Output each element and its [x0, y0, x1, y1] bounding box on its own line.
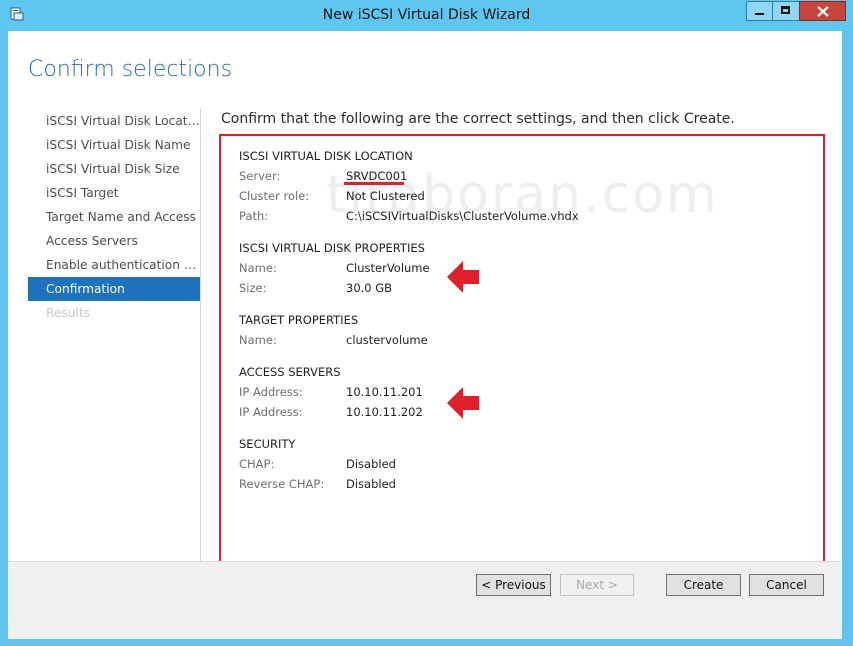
- wizard-client-area: Confirm selections iSCSI Virtual Disk Lo…: [8, 31, 842, 639]
- maximize-icon: [781, 6, 790, 14]
- page-title: Confirm selections: [28, 57, 233, 82]
- summary-row: Path: C:\iSCSIVirtualDisks\ClusterVolume…: [239, 206, 579, 226]
- window-title: New iSCSI Virtual Disk Wizard: [322, 7, 531, 23]
- section-disk-location: ISCSI VIRTUAL DISK LOCATION Server: SRVD…: [239, 146, 579, 226]
- minimize-icon: [755, 13, 764, 15]
- row-value: ClusterVolume: [346, 261, 430, 275]
- row-label: Reverse CHAP:: [239, 477, 325, 491]
- section-title: ISCSI VIRTUAL DISK LOCATION: [239, 149, 413, 163]
- row-label: Server:: [239, 169, 281, 183]
- section-disk-properties: ISCSI VIRTUAL DISK PROPERTIES Name: Clus…: [239, 238, 430, 298]
- row-value: Disabled: [346, 457, 396, 471]
- close-button[interactable]: [799, 1, 846, 21]
- nav-step-results: Results: [46, 306, 91, 320]
- row-value: 10.10.11.202: [346, 405, 423, 419]
- cancel-button[interactable]: Cancel: [749, 574, 824, 596]
- wizard-steps-nav: iSCSI Virtual Disk Location iSCSI Virtua…: [28, 109, 200, 325]
- summary-row: Reverse CHAP: Disabled: [239, 474, 396, 494]
- section-target-properties: TARGET PROPERTIES Name: clustervolume: [239, 310, 428, 350]
- section-security: SECURITY CHAP: Disabled Reverse CHAP: Di…: [239, 434, 396, 494]
- summary-row: Server: SRVDC001: [239, 166, 413, 186]
- minimize-button[interactable]: [746, 1, 772, 21]
- row-value: 30.0 GB: [346, 281, 393, 295]
- section-title: TARGET PROPERTIES: [239, 313, 359, 327]
- section-title: ISCSI VIRTUAL DISK PROPERTIES: [239, 241, 425, 255]
- row-label: Name:: [239, 261, 277, 275]
- row-value: C:\iSCSIVirtualDisks\ClusterVolume.vhdx: [346, 209, 579, 223]
- wizard-footer: [8, 561, 842, 639]
- summary-row: Size: 30.0 GB: [239, 278, 425, 298]
- nav-step-iscsi-target[interactable]: iSCSI Target: [28, 181, 200, 205]
- nav-step-authentication[interactable]: Enable authentication ser...: [28, 253, 200, 277]
- row-value: 10.10.11.201: [346, 385, 423, 399]
- summary-row: Name: ClusterVolume: [239, 258, 430, 278]
- row-label: IP Address:: [239, 405, 303, 419]
- summary-row: IP Address: 10.10.11.202: [239, 402, 423, 422]
- section-access-servers: ACCESS SERVERS IP Address: 10.10.11.201 …: [239, 362, 423, 422]
- close-icon: [817, 6, 829, 17]
- previous-button[interactable]: < Previous: [476, 574, 551, 596]
- annotation-underline: [344, 182, 404, 185]
- summary-row: Cluster role: Not Clustered: [239, 186, 425, 206]
- row-value: Not Clustered: [346, 189, 425, 203]
- row-label: Size:: [239, 281, 267, 295]
- row-value: clustervolume: [346, 333, 428, 347]
- nav-step-disk-location[interactable]: iSCSI Virtual Disk Location: [28, 109, 200, 133]
- nav-step-confirmation[interactable]: Confirmation: [28, 277, 200, 301]
- create-button[interactable]: Create: [666, 574, 741, 596]
- summary-row: CHAP: Disabled: [239, 454, 396, 474]
- row-label: Path:: [239, 209, 269, 223]
- summary-row: IP Address: 10.10.11.201: [239, 382, 423, 402]
- section-title: SECURITY: [239, 437, 296, 451]
- summary-row: Name: clustervolume: [239, 330, 428, 350]
- next-button: Next >: [560, 574, 634, 596]
- row-label: Name:: [239, 333, 277, 347]
- nav-step-disk-size[interactable]: iSCSI Virtual Disk Size: [28, 157, 200, 181]
- annotation-arrow-icon: [447, 387, 479, 419]
- nav-divider: [200, 109, 201, 574]
- row-label: IP Address:: [239, 385, 303, 399]
- nav-step-target-name-access[interactable]: Target Name and Access: [28, 205, 200, 229]
- instruction-text: Confirm that the following are the corre…: [221, 111, 735, 127]
- nav-step-access-servers[interactable]: Access Servers: [28, 229, 200, 253]
- row-label: CHAP:: [239, 457, 275, 471]
- row-label: Cluster role:: [239, 189, 310, 203]
- row-value: Disabled: [346, 477, 396, 491]
- maximize-button[interactable]: [772, 1, 799, 21]
- section-title: ACCESS SERVERS: [239, 365, 341, 379]
- annotation-arrow-icon: [447, 261, 479, 293]
- title-bar[interactable]: New iSCSI Virtual Disk Wizard: [0, 0, 853, 31]
- nav-step-disk-name[interactable]: iSCSI Virtual Disk Name: [28, 133, 200, 157]
